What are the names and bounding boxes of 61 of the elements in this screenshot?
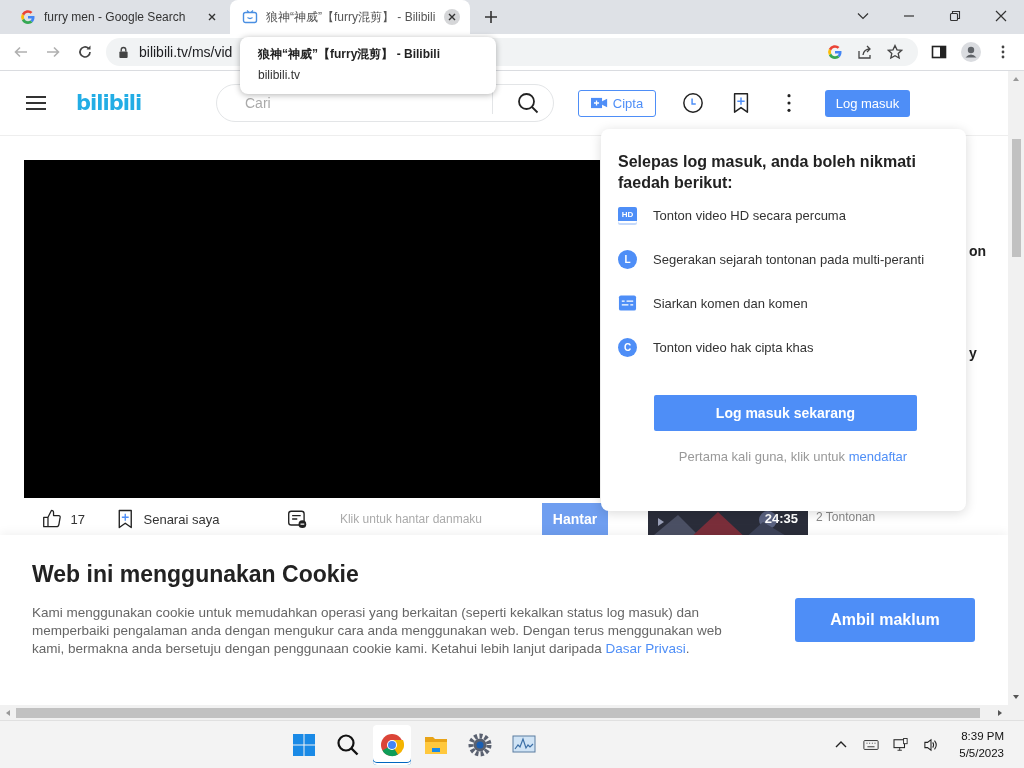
new-tab-icon[interactable]	[484, 10, 498, 24]
tab-title: furry men - Google Search	[44, 10, 187, 24]
cookie-notice: Kami menggunakan cookie untuk memudahkan operasi yang berkaitan (seperti kekalkan status log masuk) dan memperbaiki pengalaman anda dengan mengukur cara anda menggunakan web. Dengan terus menggunakan web kami, bermakna anda bersetuju dengan penggunaan cookie kami. Ketahui lebih lanjut daripada Dasar Privasi.	[32, 604, 723, 658]
benefit-text: Tonton video hak cipta khas	[653, 339, 814, 355]
create-button[interactable]: Cipta	[578, 89, 656, 117]
privacy-link[interactable]: Dasar Privasi	[605, 641, 686, 656]
hd-icon: HD	[618, 207, 637, 223]
login-now-button[interactable]: Log masuk sekarang	[654, 395, 917, 431]
clock[interactable]: 8:39 PM 5/5/2023	[959, 727, 1004, 762]
close-tab-icon[interactable]	[444, 9, 460, 25]
close-icon[interactable]	[994, 9, 1008, 23]
url-text: bilibili.tv/ms/vid	[139, 44, 233, 60]
history-icon[interactable]	[682, 92, 704, 114]
badge-icon: C	[618, 337, 637, 357]
login-button[interactable]: Log masuk	[825, 89, 910, 117]
tv-icon	[242, 9, 258, 25]
lock-icon	[118, 45, 129, 59]
badge-icon: L	[618, 249, 637, 269]
tab-title: 狼神“神威”【furry混剪】 - Bilibili	[266, 8, 436, 26]
send-button[interactable]: Hantar	[541, 503, 608, 535]
duration-label: 24:35	[764, 511, 798, 526]
like-count: 17	[70, 511, 85, 527]
taskbar-button[interactable]	[372, 724, 411, 765]
time-text: 8:39 PM	[961, 728, 1004, 744]
watchlist-label[interactable]: Senarai saya	[143, 511, 220, 527]
danmaku-settings-icon[interactable]	[287, 508, 308, 530]
menu-icon[interactable]	[26, 95, 46, 111]
search-input[interactable]: Cari	[243, 94, 492, 112]
benefit-text: Siarkan komen dan komen	[653, 295, 808, 311]
google-icon	[20, 9, 36, 25]
browser-tab[interactable]: furry men - Google Search	[8, 0, 230, 34]
profile-icon[interactable]	[958, 39, 984, 65]
tooltip-title: 狼神“神威”【furry混剪】 - Bilibili	[258, 46, 441, 63]
settings-icon[interactable]	[467, 732, 492, 757]
windows-start-icon[interactable]	[291, 732, 316, 757]
browser-tab[interactable]: 狼神“神威”【furry混剪】 - Bilibili	[230, 0, 470, 34]
video-title[interactable]: on	[969, 243, 987, 259]
signup-link[interactable]: mendaftar	[848, 449, 908, 464]
scrollbar-thumb[interactable]	[16, 707, 980, 718]
speaker-icon[interactable]	[923, 737, 940, 752]
network-icon[interactable]	[893, 737, 910, 752]
benefit-text: Tonton video HD secara percuma	[653, 207, 846, 223]
popover-title: Selepas log masuk, anda boleh nikmati faedah berikut:	[618, 152, 917, 193]
accept-button[interactable]: Ambil maklum	[795, 598, 975, 642]
restore-icon[interactable]	[948, 9, 962, 23]
thumbs-up-icon[interactable]	[42, 508, 63, 530]
search-icon[interactable]	[517, 92, 539, 114]
chrome-icon	[379, 732, 404, 757]
search-icon[interactable]	[335, 732, 360, 757]
tooltip-domain: bilibili.tv	[258, 68, 301, 82]
date-text: 5/5/2023	[959, 745, 1004, 761]
view-count: 2 Tontonan	[816, 510, 876, 526]
signup-prompt: Pertama kali guna, klik untuk	[678, 449, 845, 464]
logo[interactable]: bilibili	[76, 91, 216, 115]
cookie-title: Web ini menggunakan Cookie	[32, 561, 360, 588]
comment-icon	[618, 294, 637, 312]
benefit-text: Segerakan sejarah tontonan pada multi-peranti	[653, 251, 924, 267]
keyboard-icon[interactable]	[863, 737, 880, 752]
video-title[interactable]: y	[969, 345, 977, 361]
scrollbar-thumb[interactable]	[1011, 139, 1021, 257]
camera-icon	[590, 97, 608, 109]
